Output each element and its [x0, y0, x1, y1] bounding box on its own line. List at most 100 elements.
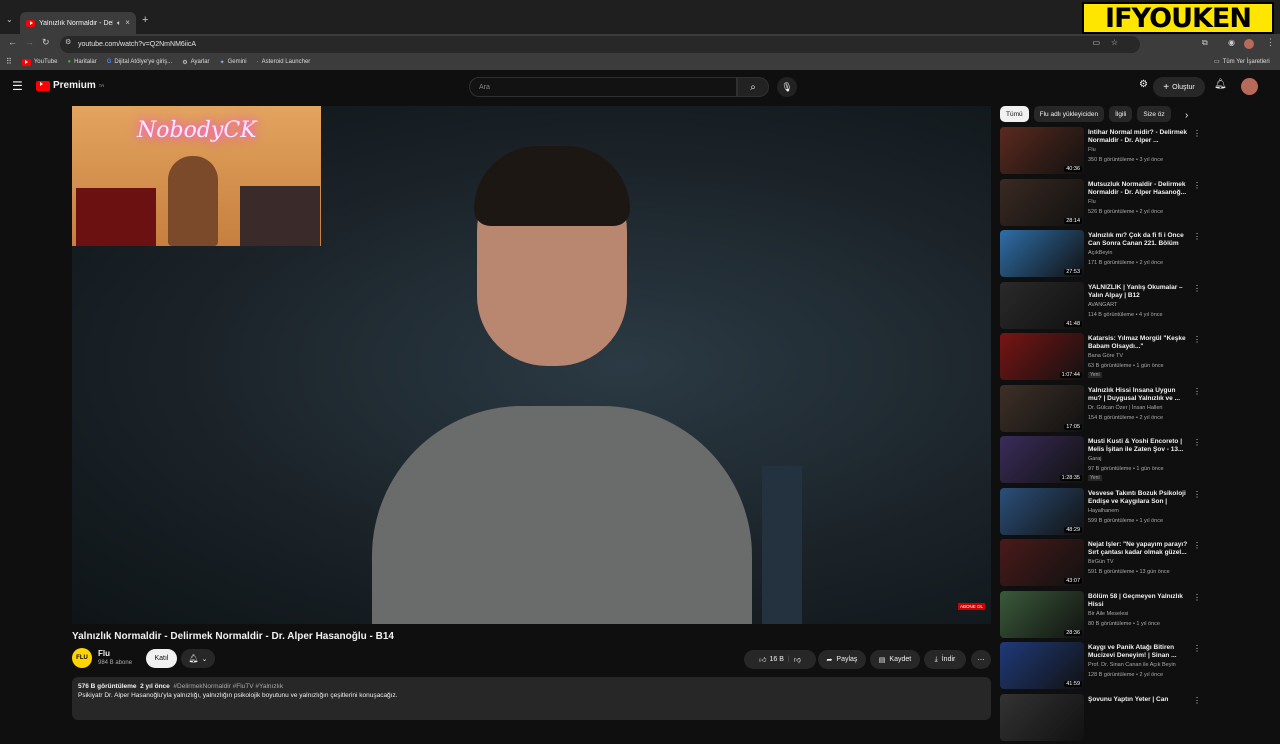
recommendation-title[interactable]: Yalnızlık Hissi İnsana Uygun mu? | Duygu…: [1088, 387, 1188, 403]
subscribe-bell-button[interactable]: 🔔︎ ⌄: [181, 649, 215, 668]
more-vertical-icon[interactable]: ⋮: [1193, 335, 1201, 344]
video-thumbnail[interactable]: 28:14: [1000, 178, 1084, 226]
recommendation-item[interactable]: 41:59 Kaygı ve Panik Atağı Bitiren Mucize…: [1000, 642, 1201, 692]
recommendation-title[interactable]: Katarsis: Yılmaz Morgül "Keşke Babam Ols…: [1088, 335, 1188, 351]
apps-grid-icon[interactable]: ⠿: [6, 58, 12, 66]
chip-for-you[interactable]: Size öz: [1137, 106, 1171, 122]
video-thumbnail[interactable]: 1:07:44: [1000, 333, 1084, 380]
video-thumbnail[interactable]: 28:36: [1000, 590, 1084, 638]
dislike-button[interactable]: 👎︎: [794, 655, 801, 664]
settings-gear-icon[interactable]: ⚙: [1139, 79, 1148, 90]
recommendation-channel[interactable]: Flu: [1088, 147, 1096, 153]
more-vertical-icon[interactable]: ⋮: [1193, 541, 1201, 550]
video-thumbnail[interactable]: [1000, 693, 1084, 741]
recommendation-item[interactable]: 28:14 Mutsuzluk Normaldir - Delirmek Norm…: [1000, 178, 1201, 229]
recommendation-title[interactable]: Şovunu Yaptın Yeter | Can: [1088, 696, 1188, 704]
chip-from-uploader[interactable]: Flu adlı yükleyiciden: [1033, 106, 1105, 122]
extensions-icon[interactable]: ⧉: [1202, 39, 1208, 47]
recommendation-item[interactable]: 41:48 YALNIZLIK | Yanlış Okumalar – Yalın…: [1000, 281, 1201, 332]
recommendation-item[interactable]: 1:07:44 Katarsis: Yılmaz Morgül "Keşke Ba…: [1000, 333, 1201, 383]
cast-icon[interactable]: ▭: [1092, 39, 1100, 47]
recommendation-item[interactable]: 48:29 Vesvese Takıntı Bozuk Psikoloji End…: [1000, 487, 1201, 538]
more-vertical-icon[interactable]: ⋮: [1193, 387, 1201, 396]
recommendation-channel[interactable]: AVANGART: [1088, 302, 1117, 308]
site-info-icon[interactable]: ⚙: [65, 39, 71, 46]
speaker-icon[interactable]: 🔈︎: [117, 20, 121, 27]
profile-icon[interactable]: ◉: [1228, 39, 1235, 47]
voice-search-button[interactable]: 🎙︎: [777, 77, 797, 97]
recommendation-title[interactable]: Kaygı ve Panik Atağı Bitiren Mucizevi De…: [1088, 644, 1188, 660]
recommendation-item[interactable]: 40:36 İntihar Normal midir? - Delirmek No…: [1000, 127, 1201, 177]
more-vertical-icon[interactable]: ⋮: [1193, 644, 1201, 653]
create-button[interactable]: + Oluştur: [1153, 77, 1205, 97]
recommendation-item[interactable]: 43:07 Nejat İşler: "Ne yapayım parayı? Sı…: [1000, 539, 1201, 589]
tab-menu-icon[interactable]: ⌄: [6, 16, 13, 24]
more-vertical-icon[interactable]: ⋮: [1193, 593, 1201, 602]
channel-avatar[interactable]: FLU: [72, 648, 92, 668]
url-field[interactable]: ⚙ youtube.com/watch?v=Q2NmNM6iicA ▭ ☆: [60, 36, 1140, 53]
bookmark-gemini[interactable]: ✦ Gemini: [220, 59, 247, 66]
like-button[interactable]: 👍︎ 16 B: [759, 655, 784, 664]
bookmark-maps[interactable]: ● Haritalar: [67, 59, 96, 65]
video-thumbnail[interactable]: 48:29: [1000, 487, 1084, 535]
forward-icon[interactable]: →: [25, 38, 34, 47]
bookmark-asteroid[interactable]: · Asteroid Launcher: [257, 59, 311, 65]
hashtags[interactable]: #DelirmekNormaldir #FluTV #Yalnızlık: [173, 683, 283, 690]
recommendation-channel[interactable]: Bana Göre TV: [1088, 353, 1123, 359]
bookmark-star-icon[interactable]: ☆: [1111, 39, 1118, 47]
join-button[interactable]: Katıl: [146, 649, 177, 668]
more-vertical-icon[interactable]: ⋮: [1193, 232, 1201, 241]
recommendation-channel[interactable]: Prof. Dr. Sinan Canan ile Açık Beyin: [1088, 662, 1176, 668]
download-button[interactable]: ⤓ İndir: [924, 650, 966, 669]
description-box[interactable]: 576 B görüntüleme 2 yıl önce #DelirmekNo…: [72, 677, 991, 720]
recommendation-title[interactable]: Vesvese Takıntı Bozuk Psikoloji Endişe v…: [1088, 490, 1188, 506]
browser-tab[interactable]: Yalnızlık Normaldir - Delirm 🔈︎ ×: [20, 12, 136, 34]
youtube-logo[interactable]: Premium TR: [36, 80, 104, 91]
subscribe-watermark[interactable]: ABONE OL: [958, 603, 986, 610]
back-icon[interactable]: ←: [8, 38, 17, 47]
recommendation-channel[interactable]: Dr. Gülcan Özer | İnsan Halleri: [1088, 405, 1162, 411]
bookmark-dijital-atolye[interactable]: G Dijital Atölye'ye giriş...: [107, 59, 173, 65]
more-vertical-icon[interactable]: ⋮: [1193, 284, 1201, 293]
notifications-bell-icon[interactable]: 🔔︎: [1214, 79, 1227, 90]
chip-related[interactable]: İlgili: [1109, 106, 1133, 122]
reload-icon[interactable]: ↻: [42, 38, 50, 47]
more-actions-button[interactable]: ⋯: [971, 650, 991, 669]
recommendation-channel[interactable]: Flu: [1088, 199, 1096, 205]
channel-name[interactable]: Flu: [98, 649, 110, 658]
recommendation-item[interactable]: Şovunu Yaptın Yeter | Can ⋮: [1000, 693, 1201, 744]
recommendation-channel[interactable]: Garaj: [1088, 456, 1101, 462]
video-thumbnail[interactable]: 1:28:35: [1000, 436, 1084, 483]
recommendation-title[interactable]: Bölüm 58 | Geçmeyen Yalnızlık Hissi: [1088, 593, 1188, 609]
hamburger-menu-icon[interactable]: ☰: [12, 79, 23, 93]
user-avatar[interactable]: [1241, 78, 1258, 95]
more-vertical-icon[interactable]: ⋮: [1193, 490, 1201, 499]
recommendation-channel[interactable]: AçıkBeyin: [1088, 250, 1112, 256]
close-tab-icon[interactable]: ×: [125, 19, 130, 27]
more-vertical-icon[interactable]: ⋮: [1193, 129, 1201, 138]
video-thumbnail[interactable]: 40:36: [1000, 127, 1084, 174]
video-thumbnail[interactable]: 17:05: [1000, 384, 1084, 432]
account-avatar[interactable]: [1244, 39, 1254, 49]
video-thumbnail[interactable]: 43:07: [1000, 539, 1084, 586]
recommendation-channel[interactable]: Bir Aile Meselesi: [1088, 611, 1128, 617]
video-thumbnail[interactable]: 41:59: [1000, 642, 1084, 689]
recommendation-item[interactable]: 27:53 Yalnızlık mı? Çok da fi fi i Önce C…: [1000, 230, 1201, 280]
video-thumbnail[interactable]: 41:48: [1000, 281, 1084, 329]
more-vertical-icon[interactable]: ⋮: [1193, 696, 1201, 705]
recommendation-title[interactable]: YALNIZLIK | Yanlış Okumalar – Yalın Alpa…: [1088, 284, 1188, 300]
recommendation-title[interactable]: Yalnızlık mı? Çok da fi fi i Önce Can So…: [1088, 232, 1188, 248]
recommendation-channel[interactable]: Hayalhanem: [1088, 508, 1119, 514]
video-thumbnail[interactable]: 27:53: [1000, 230, 1084, 277]
bookmark-youtube[interactable]: YouTube: [21, 58, 57, 66]
menu-kebab-icon[interactable]: ⋮: [1266, 38, 1275, 47]
search-button[interactable]: ⌕: [737, 77, 769, 97]
recommendation-title[interactable]: Nejat İşler: "Ne yapayım parayı? Sırt ça…: [1088, 541, 1188, 557]
chevron-right-icon[interactable]: ›: [1185, 110, 1188, 121]
recommendation-title[interactable]: İntihar Normal midir? - Delirmek Normald…: [1088, 129, 1188, 145]
more-vertical-icon[interactable]: ⋮: [1193, 181, 1201, 190]
search-input[interactable]: Ara: [469, 77, 737, 97]
bookmark-settings[interactable]: ⚙ Ayarlar: [182, 59, 209, 66]
recommendation-title[interactable]: Musti Kusti & Yoshi Encoreto | Melis İşi…: [1088, 438, 1188, 454]
chip-all[interactable]: Tümü: [1000, 106, 1029, 122]
